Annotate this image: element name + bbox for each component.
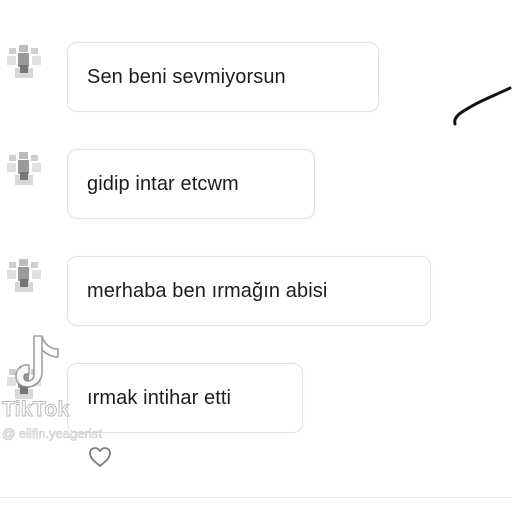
message-text: gidip intar etcwm [87,172,239,195]
watermark-username: @ elifin.yeagerist [2,426,103,442]
watermark-brand: TikTok [2,398,70,422]
message-row: Sen beni sevmiyorsun [0,38,512,118]
message-row: merhaba ben ırmağın abisi [0,252,512,332]
message-bubble[interactable]: Sen beni sevmiyorsun [67,42,379,112]
tiktok-watermark: TikTok @ elifin.yeagerist [0,332,150,441]
avatar-icon[interactable] [3,40,47,90]
message-bubble[interactable]: gidip intar etcwm [67,149,315,219]
heart-icon[interactable] [88,446,112,473]
message-text: Sen beni sevmiyorsun [87,65,286,88]
screen-bottom-edge [0,497,512,512]
screenshot: Sen beni sevmiyorsun gidip intar etcwm m… [0,0,512,512]
message-row: gidip intar etcwm [0,145,512,225]
avatar-icon[interactable] [3,147,47,197]
avatar-icon[interactable] [3,254,47,304]
message-text: merhaba ben ırmağın abisi [87,279,328,302]
pen-stroke [448,84,512,133]
tiktok-logo-icon [14,332,66,399]
message-bubble[interactable]: merhaba ben ırmağın abisi [67,256,431,326]
